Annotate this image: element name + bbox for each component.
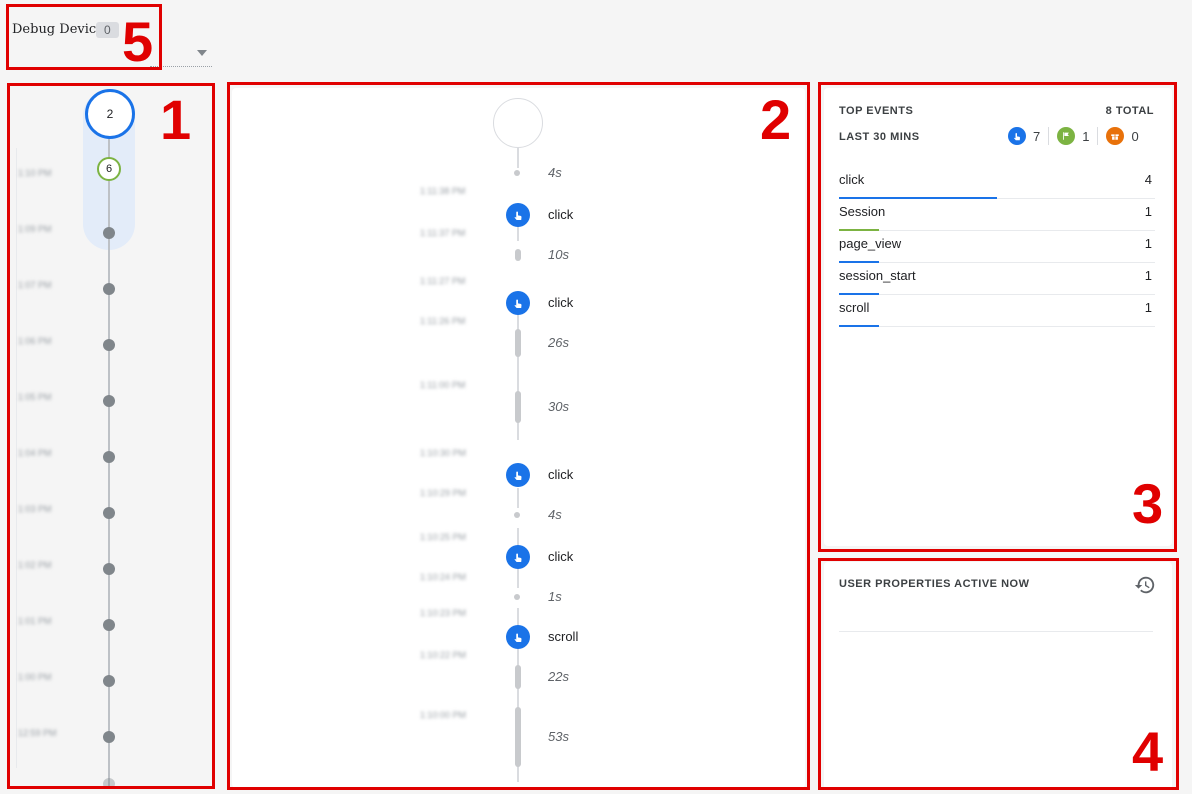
annotation-number-4: 4: [1132, 720, 1164, 783]
annotation-number-3: 3: [1132, 472, 1164, 535]
annotation-box-1: [7, 83, 215, 789]
annotation-number-1: 1: [160, 88, 192, 151]
dropdown-caret-icon[interactable]: [197, 50, 207, 56]
annotation-box-3: [818, 82, 1177, 552]
annotation-number-5: 5: [122, 10, 154, 73]
annotation-box-2: [227, 82, 810, 790]
annotation-number-2: 2: [760, 88, 792, 151]
annotation-box-4: [818, 558, 1179, 790]
